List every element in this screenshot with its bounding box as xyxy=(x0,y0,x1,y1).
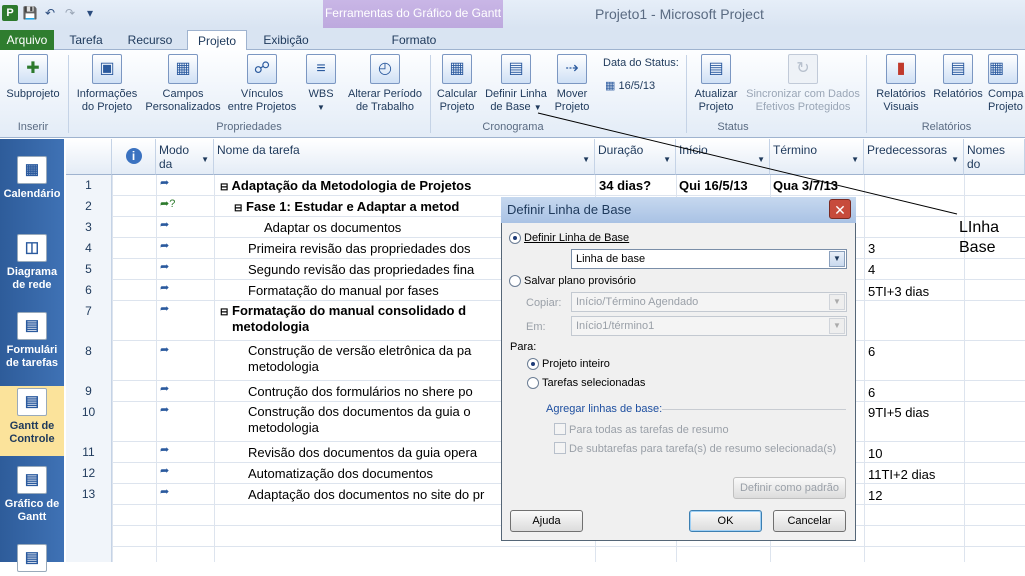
em-select[interactable]: Início1/término1 ▼ xyxy=(571,316,847,336)
help-button[interactable]: Ajuda xyxy=(510,510,583,532)
radio-tarefas-selecionadas[interactable] xyxy=(527,377,539,389)
divider xyxy=(662,409,846,410)
cancel-button[interactable]: Cancelar xyxy=(773,510,846,532)
para-label: Para: xyxy=(510,341,537,353)
agregar-label: Agregar linhas de base: xyxy=(546,403,663,415)
chevron-down-icon: ▼ xyxy=(829,294,845,310)
ok-button[interactable]: OK xyxy=(689,510,762,532)
baseline-select[interactable]: Linha de base ▼ xyxy=(571,249,847,269)
copiar-label: Copiar: xyxy=(526,297,562,309)
checkbox-resumo-label: Para todas as tarefas de resumo xyxy=(569,424,729,436)
annotation-text: LInha Base xyxy=(959,219,1000,256)
radio-salvar-plano[interactable] xyxy=(509,275,521,287)
em-label: Em: xyxy=(526,321,546,333)
radio-projeto-inteiro[interactable] xyxy=(527,358,539,370)
checkbox-subtarefas-label: De subtarefas para tarefa(s) de resumo s… xyxy=(569,443,837,455)
copiar-select[interactable]: Início/Término Agendado ▼ xyxy=(571,292,847,312)
radio-projeto-label[interactable]: Projeto inteiro xyxy=(542,358,610,370)
radio-salvar-label[interactable]: Salvar plano provisório xyxy=(524,275,636,287)
radio-definir-linha-base[interactable] xyxy=(509,232,521,244)
dialog-title: Definir Linha de Base xyxy=(501,197,856,223)
chevron-down-icon: ▼ xyxy=(829,318,845,334)
close-icon[interactable]: ✕ xyxy=(829,199,851,219)
checkbox-subtarefas[interactable] xyxy=(554,442,566,454)
radio-tarefas-label[interactable]: Tarefas selecionadas xyxy=(542,377,645,389)
checkbox-resumo[interactable] xyxy=(554,423,566,435)
radio-definir-label[interactable]: Definir Linha de Base xyxy=(524,232,629,244)
chevron-down-icon: ▼ xyxy=(829,251,845,267)
definir-padrao-button[interactable]: Definir como padrão xyxy=(733,477,846,499)
